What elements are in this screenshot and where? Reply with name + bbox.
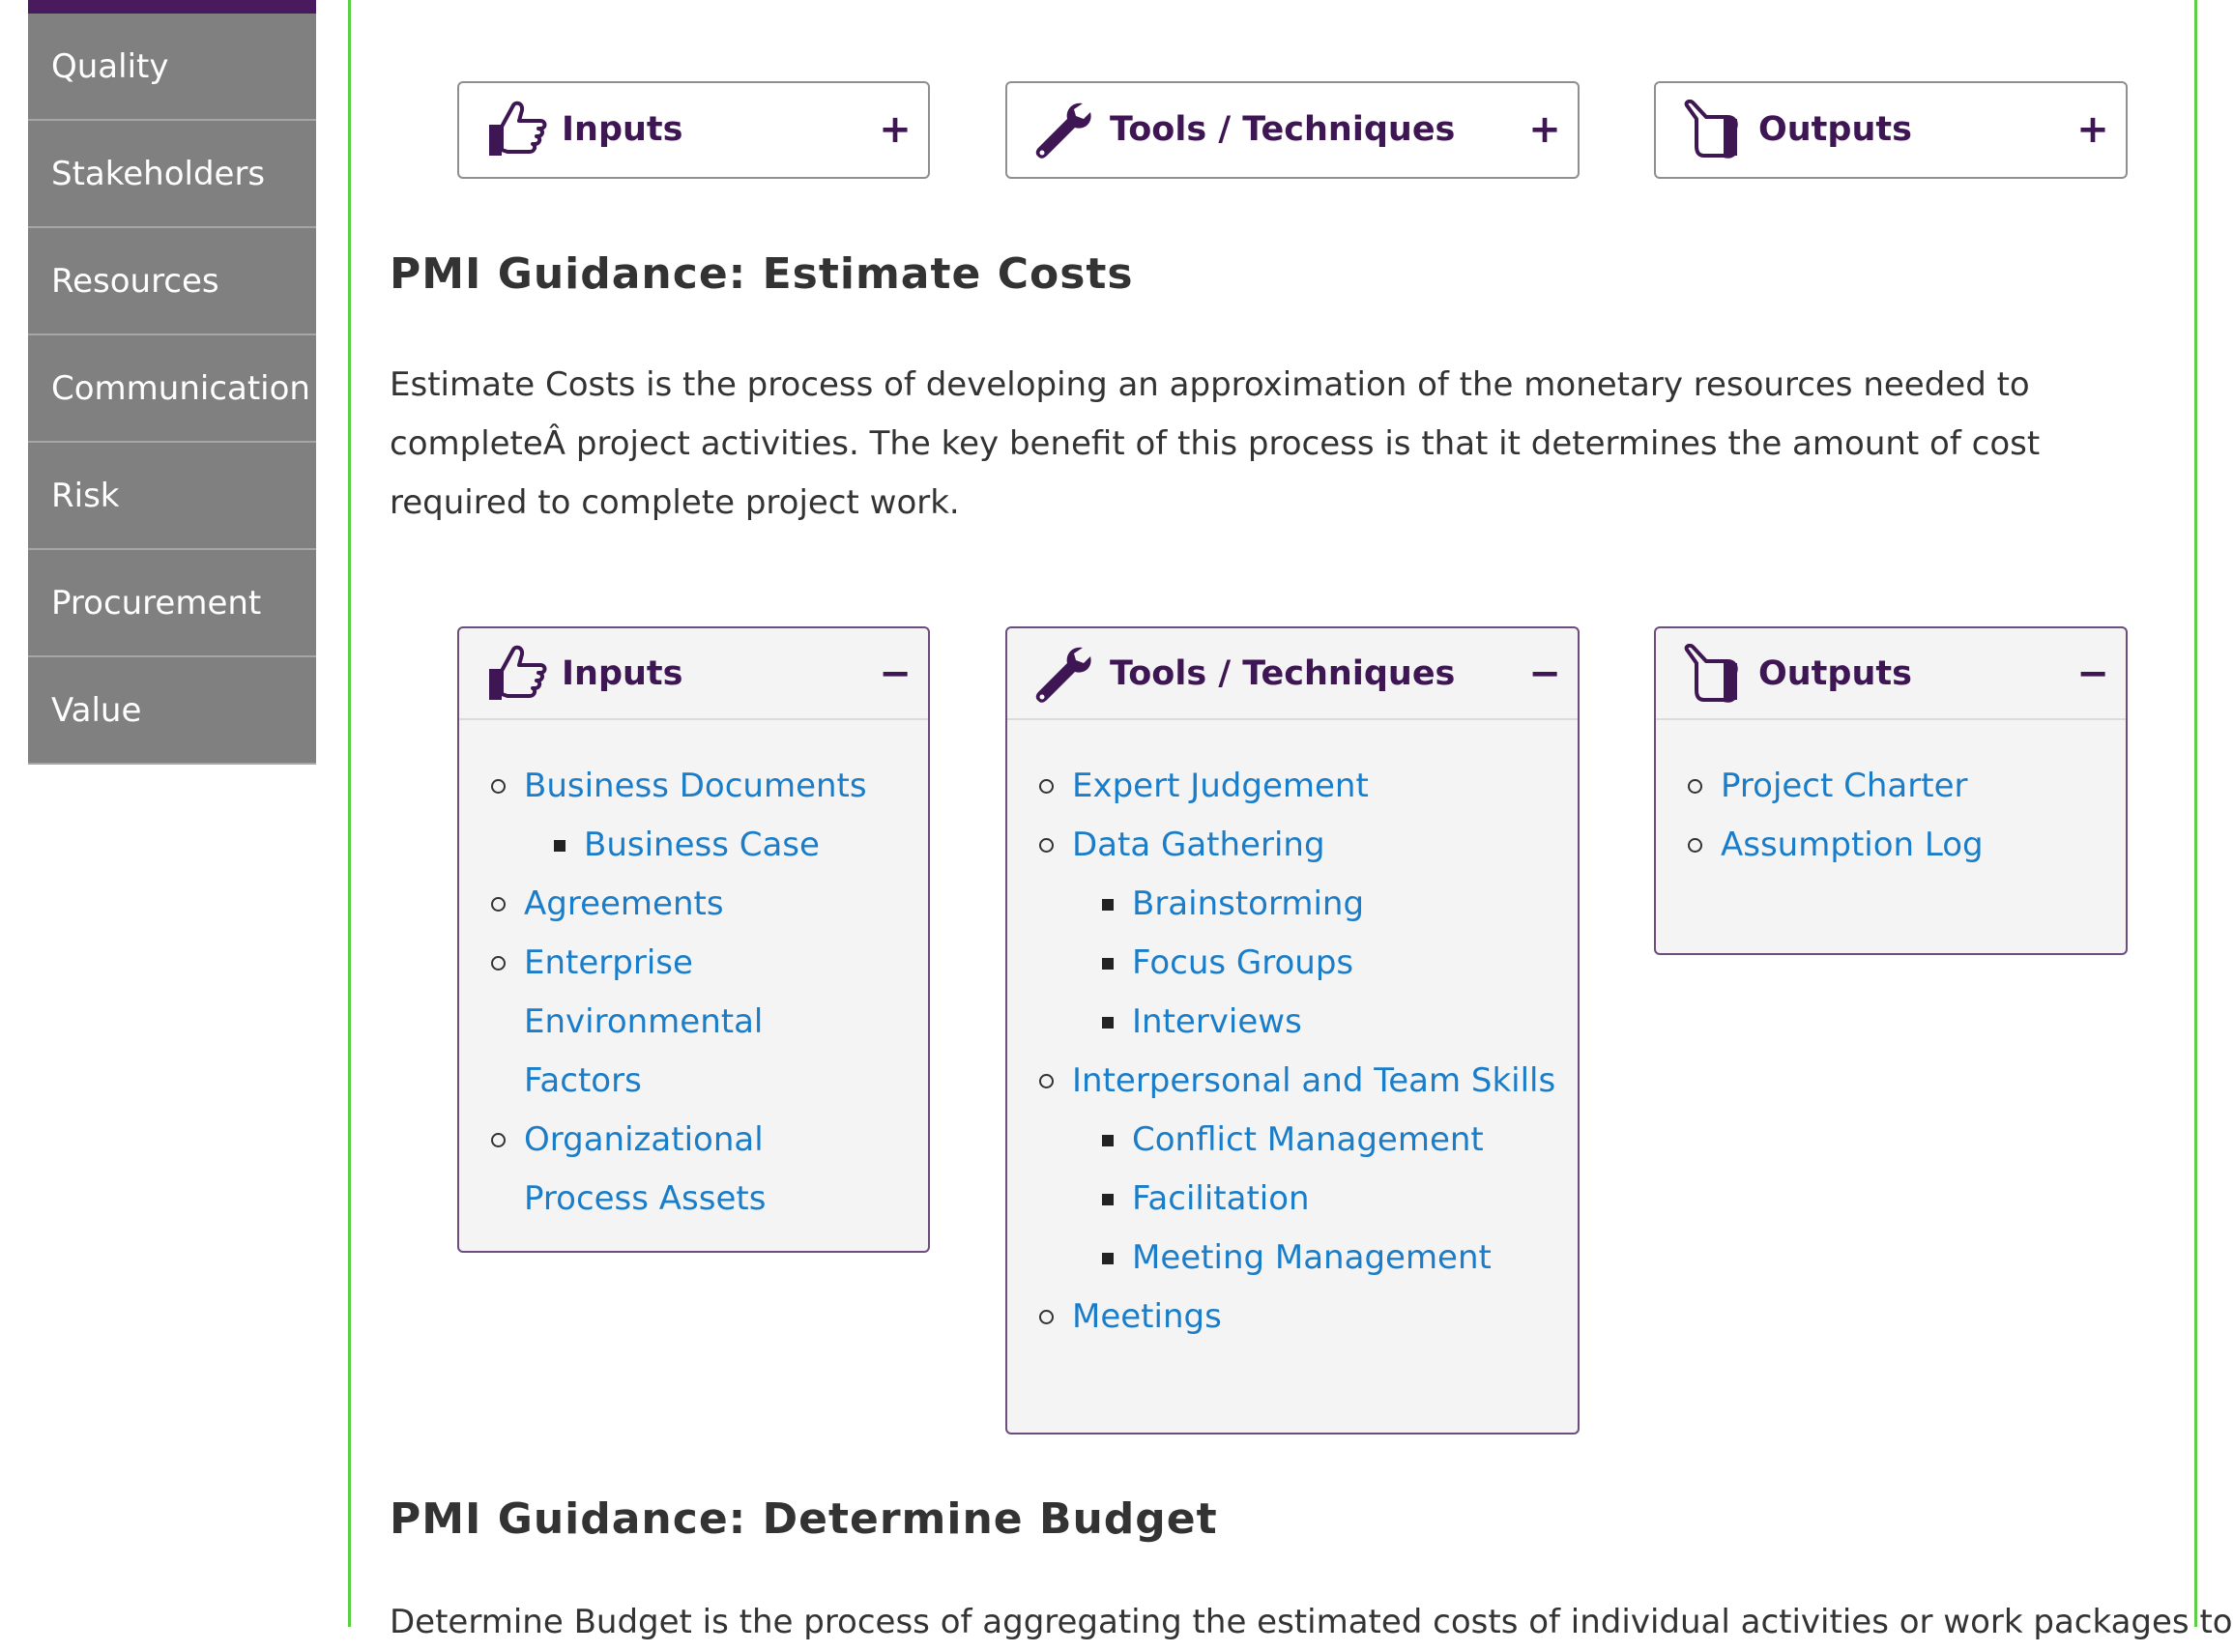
inputs-accordion-expanded: Inputs − Business Documents Business Cas…: [457, 626, 930, 1253]
link-interviews[interactable]: Interviews: [1132, 1002, 1302, 1041]
expand-icon[interactable]: +: [2075, 107, 2110, 152]
sidebar-item-stakeholders[interactable]: Stakeholders: [28, 121, 316, 228]
list-item: Interviews: [1102, 993, 1558, 1052]
accordion-header[interactable]: Tools / Techniques −: [1007, 628, 1578, 720]
inputs-accordion-collapsed[interactable]: Inputs +: [457, 81, 930, 179]
link-business-case[interactable]: Business Case: [584, 826, 820, 864]
expand-icon[interactable]: +: [878, 107, 913, 152]
link-enterprise-environmental-factors[interactable]: Enterprise Environmental Factors: [524, 943, 763, 1100]
list-item: Facilitation: [1102, 1170, 1558, 1229]
sidebar-nav: Quality Stakeholders Resources Communica…: [28, 0, 316, 765]
wrench-icon: [1032, 644, 1096, 704]
thumbs-up-icon: [484, 644, 548, 704]
sidebar-item-label: Risk: [51, 476, 120, 515]
list-item: Agreements: [488, 875, 909, 934]
sub-list: Conflict Management Facilitation Meeting…: [1072, 1111, 1558, 1288]
list-item: Enterprise Environmental Factors: [488, 934, 872, 1111]
accordion-body: Expert Judgement Data Gathering Brainsto…: [1007, 720, 1578, 1385]
accordion-header[interactable]: Outputs +: [1656, 83, 2126, 175]
sidebar-item-label: Stakeholders: [51, 154, 266, 193]
list-item: Meeting Management: [1102, 1229, 1558, 1288]
list-item: Business Documents Business Case: [488, 757, 909, 875]
link-expert-judgement[interactable]: Expert Judgement: [1072, 767, 1369, 805]
accordion-title: Inputs: [562, 653, 683, 693]
outputs-accordion-collapsed[interactable]: Outputs +: [1654, 81, 2128, 179]
accordion-header[interactable]: Inputs −: [459, 628, 928, 720]
thumbs-up-icon: [484, 100, 548, 159]
accordion-body: Business Documents Business Case Agreeme…: [459, 720, 928, 1267]
sidebar-item-communication[interactable]: Communication: [28, 335, 316, 443]
accordion-title: Tools / Techniques: [1110, 109, 1456, 149]
list-item: Brainstorming: [1102, 875, 1558, 934]
list-item: Focus Groups: [1102, 934, 1558, 993]
link-business-documents[interactable]: Business Documents: [524, 767, 867, 805]
section-description-estimate-costs: Estimate Costs is the process of develop…: [390, 365, 2041, 522]
accordion-header[interactable]: Tools / Techniques +: [1007, 83, 1578, 175]
sidebar-item-label: Resources: [51, 261, 219, 301]
pointing-hand-icon: [1681, 643, 1745, 704]
list-item: Project Charter: [1685, 757, 2106, 816]
link-meeting-management[interactable]: Meeting Management: [1132, 1238, 1492, 1277]
collapse-icon[interactable]: −: [2075, 652, 2110, 696]
tools-list: Expert Judgement Data Gathering Brainsto…: [1036, 757, 1558, 1347]
list-item: Interpersonal and Team Skills Conflict M…: [1036, 1052, 1558, 1288]
sidebar-item-label: Value: [51, 690, 142, 730]
link-interpersonal-team-skills[interactable]: Interpersonal and Team Skills: [1072, 1061, 1555, 1100]
sub-list: Brainstorming Focus Groups Interviews: [1072, 875, 1558, 1052]
list-item: Assumption Log: [1685, 816, 2106, 875]
list-item: Meetings: [1036, 1288, 1558, 1347]
section-heading-estimate-costs: PMI Guidance: Estimate Costs: [390, 249, 1134, 299]
wrench-icon: [1032, 100, 1096, 159]
section-description-determine-budget: Determine Budget is the process of aggre…: [390, 1603, 2233, 1641]
sidebar-item-label: Quality: [51, 46, 169, 86]
section-heading-determine-budget: PMI Guidance: Determine Budget: [390, 1494, 1218, 1544]
link-agreements[interactable]: Agreements: [524, 884, 724, 923]
sidebar-active-bar: [28, 0, 316, 14]
link-project-charter[interactable]: Project Charter: [1721, 767, 1967, 805]
link-assumption-log[interactable]: Assumption Log: [1721, 826, 1984, 864]
sidebar-item-procurement[interactable]: Procurement: [28, 550, 316, 657]
sidebar-item-label: Communication: [51, 368, 310, 408]
link-facilitation[interactable]: Facilitation: [1132, 1179, 1310, 1218]
accordion-title: Inputs: [562, 109, 683, 149]
outputs-list: Project Charter Assumption Log: [1685, 757, 2106, 875]
sidebar-item-quality[interactable]: Quality: [28, 14, 316, 121]
collapse-icon[interactable]: −: [1527, 652, 1562, 696]
pointing-hand-icon: [1681, 99, 1745, 159]
sidebar-item-label: Procurement: [51, 583, 262, 623]
accordion-title: Outputs: [1758, 653, 1912, 693]
outputs-accordion-expanded: Outputs − Project Charter Assumption Log: [1654, 626, 2128, 955]
list-item: Data Gathering Brainstorming Focus Group…: [1036, 816, 1558, 1052]
main-content: Inputs + Tools / Techniques + Outputs + …: [348, 0, 2233, 1641]
list-item: Business Case: [554, 816, 909, 875]
tools-accordion-expanded: Tools / Techniques − Expert Judgement Da…: [1005, 626, 1580, 1435]
list-item: Conflict Management: [1102, 1111, 1558, 1170]
link-conflict-management[interactable]: Conflict Management: [1132, 1120, 1484, 1159]
list-item: Organizational Process Assets: [488, 1111, 891, 1229]
sub-list: Business Case: [524, 816, 909, 875]
list-item: Expert Judgement: [1036, 757, 1558, 816]
expand-icon[interactable]: +: [1527, 107, 1562, 152]
accordion-title: Tools / Techniques: [1110, 653, 1456, 693]
link-organizational-process-assets[interactable]: Organizational Process Assets: [524, 1120, 766, 1218]
sidebar-item-value[interactable]: Value: [28, 657, 316, 765]
link-data-gathering[interactable]: Data Gathering: [1072, 826, 1325, 864]
tools-accordion-collapsed[interactable]: Tools / Techniques +: [1005, 81, 1580, 179]
accordion-body: Project Charter Assumption Log: [1656, 720, 2126, 913]
accordion-title: Outputs: [1758, 109, 1912, 149]
collapse-icon[interactable]: −: [878, 652, 913, 696]
accordion-header[interactable]: Inputs +: [459, 83, 928, 175]
sidebar-item-resources[interactable]: Resources: [28, 228, 316, 335]
link-meetings[interactable]: Meetings: [1072, 1297, 1222, 1336]
accordion-header[interactable]: Outputs −: [1656, 628, 2126, 720]
link-brainstorming[interactable]: Brainstorming: [1132, 884, 1364, 923]
sidebar-item-risk[interactable]: Risk: [28, 443, 316, 550]
link-focus-groups[interactable]: Focus Groups: [1132, 943, 1353, 982]
inputs-list: Business Documents Business Case Agreeme…: [488, 757, 909, 1229]
